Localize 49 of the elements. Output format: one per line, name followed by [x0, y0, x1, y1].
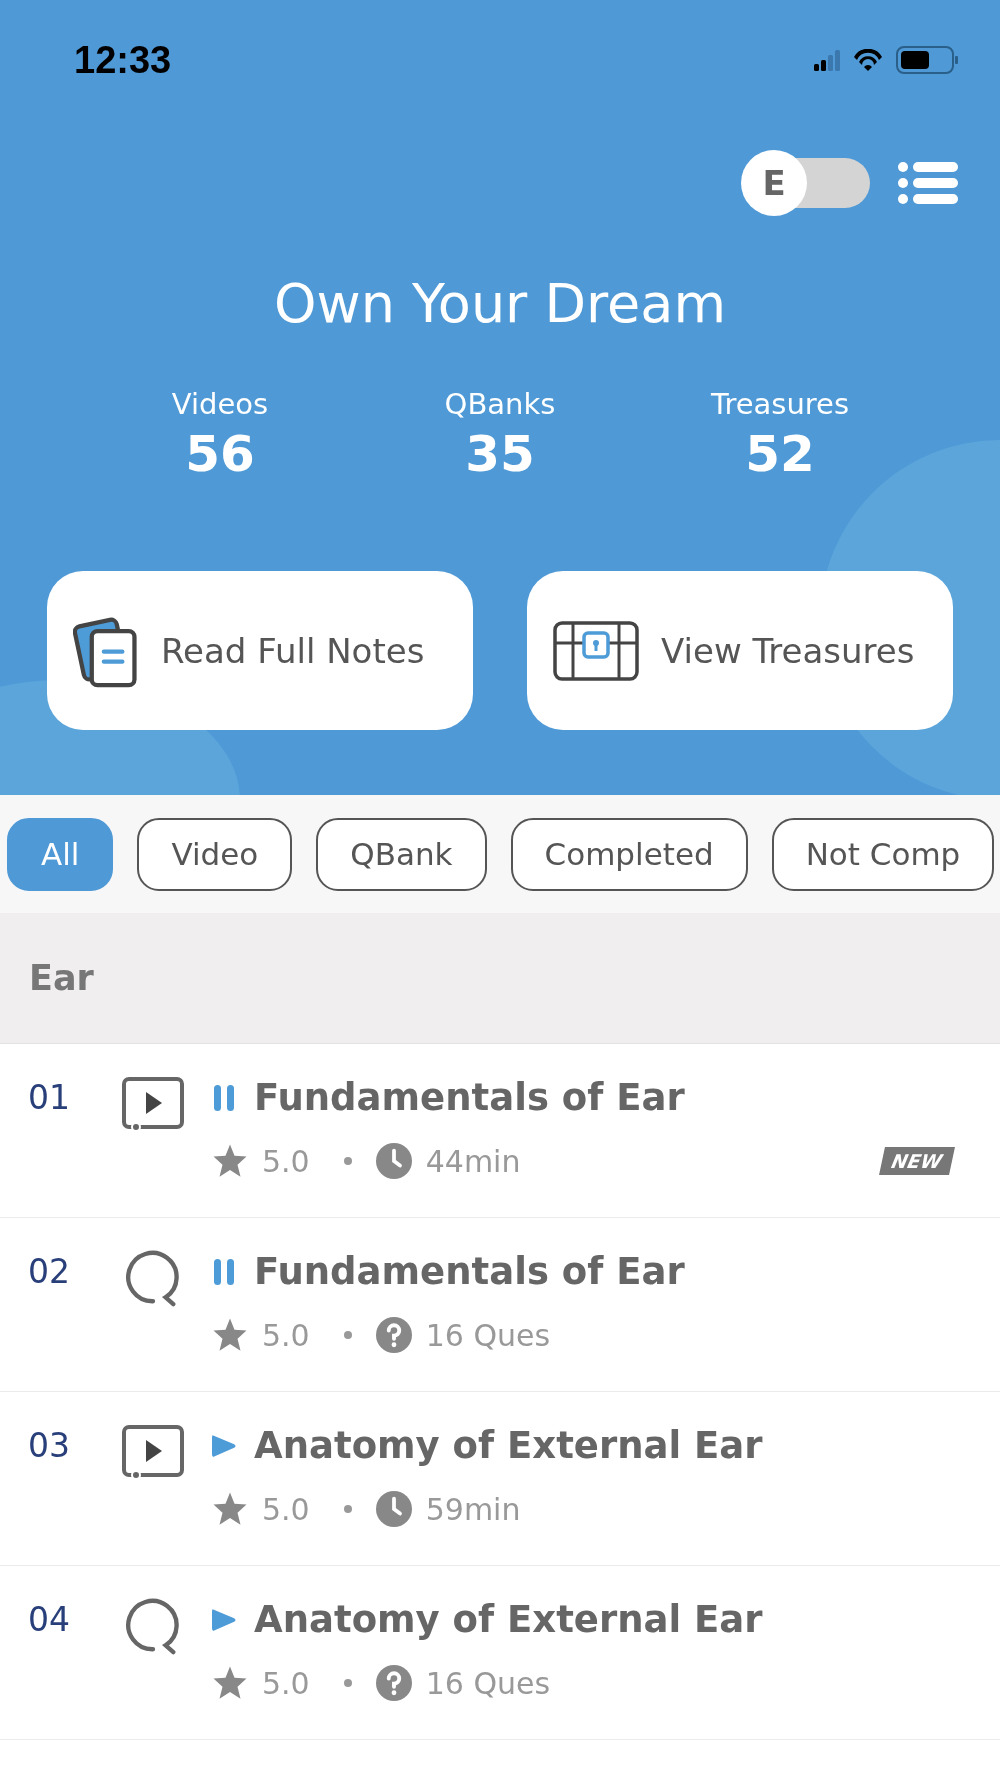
- toggle-knob: E: [741, 150, 807, 216]
- item-title[interactable]: Anatomy of External Ear: [254, 1598, 763, 1641]
- separator-dot: [343, 1331, 352, 1339]
- clock-icon: [375, 1491, 412, 1527]
- page-title: Own Your Dream: [273, 272, 727, 335]
- stat-value: 35: [464, 425, 536, 483]
- filter-chip[interactable]: Video: [137, 817, 293, 891]
- item-title[interactable]: Anatomy of External Ear: [254, 1424, 763, 1467]
- stat-label: Treasures: [709, 387, 851, 421]
- rating: 5.0: [262, 1143, 310, 1179]
- item-detail: 16 Ques: [425, 1665, 551, 1701]
- filter-chip[interactable]: Completed: [510, 817, 748, 891]
- item-detail: 59min: [425, 1491, 521, 1527]
- wifi-icon: [852, 48, 884, 72]
- item-title[interactable]: Fundamentals of Ear: [254, 1076, 685, 1119]
- stat-value: 52: [744, 425, 816, 483]
- filter-chip[interactable]: QBank: [316, 817, 487, 891]
- treasure-chest-icon: [553, 618, 639, 683]
- clock-icon: [375, 1143, 412, 1179]
- item-detail: 16 Ques: [425, 1317, 551, 1353]
- question-icon: [375, 1317, 412, 1353]
- action-button[interactable]: Read Full Notes: [47, 571, 473, 730]
- filter-chip[interactable]: Not Comp: [771, 817, 995, 891]
- battery-icon: [896, 46, 958, 74]
- item-number: 02: [27, 1251, 71, 1293]
- rating: 5.0: [262, 1491, 310, 1527]
- rating: 5.0: [262, 1665, 310, 1701]
- item-number: 01: [27, 1077, 71, 1119]
- action-button[interactable]: View Treasures: [527, 571, 953, 730]
- item-number: 04: [27, 1599, 71, 1641]
- stat-label: Videos: [170, 387, 270, 421]
- rating: 5.0: [262, 1317, 310, 1353]
- question-icon: [375, 1665, 412, 1701]
- star-icon: [212, 1317, 248, 1353]
- separator-dot: [343, 1157, 352, 1165]
- stat-value: 56: [184, 425, 256, 483]
- item-title[interactable]: Fundamentals of Ear: [254, 1250, 685, 1293]
- section-title: Ear: [29, 958, 94, 998]
- new-badge: NEW: [879, 1147, 955, 1175]
- status-time: 12:33: [74, 38, 172, 82]
- item-number: 03: [27, 1425, 71, 1467]
- star-icon: [212, 1491, 248, 1527]
- star-icon: [212, 1665, 248, 1701]
- separator-dot: [343, 1505, 352, 1513]
- star-icon: [212, 1143, 248, 1179]
- item-detail: 44min: [425, 1143, 521, 1179]
- stat-label: QBanks: [443, 387, 557, 421]
- separator-dot: [343, 1679, 352, 1687]
- signal-icon: [814, 49, 840, 71]
